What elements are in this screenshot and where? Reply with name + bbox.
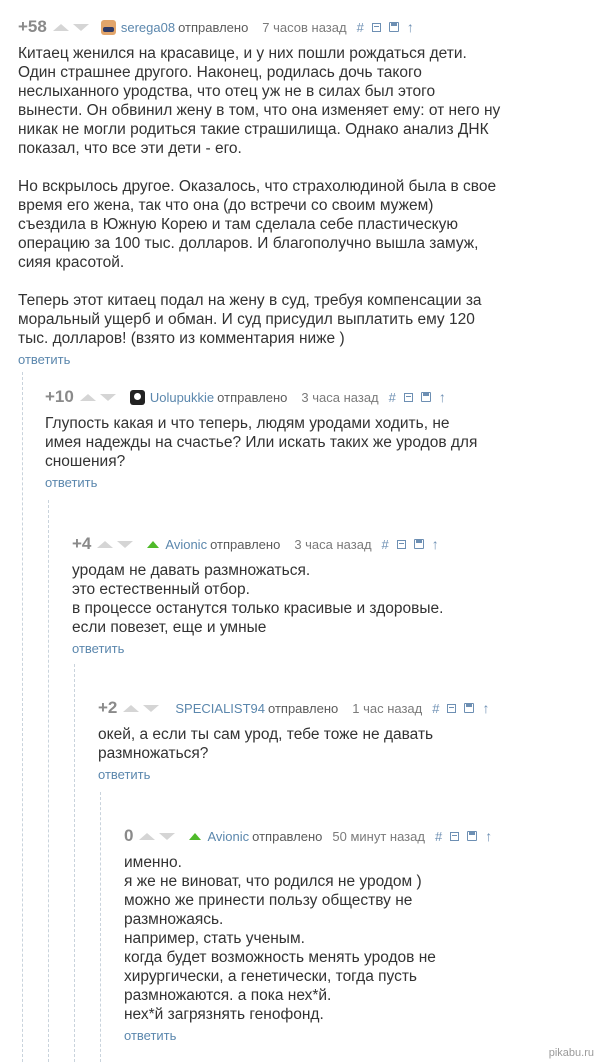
thread-line-3 — [74, 664, 75, 1062]
comment-actions: # ↑ — [382, 536, 439, 552]
hash-link-icon[interactable]: # — [382, 537, 389, 552]
comment-time: 50 минут назад — [332, 828, 425, 844]
sent-label: отправлено — [252, 828, 323, 844]
sent-label: отправлено — [268, 700, 339, 716]
comment-2: +10 Uolupukkie отправлено 3 часа назад #… — [45, 386, 565, 492]
comment-header: +4 Avionic отправлено 3 часа назад # ↑ — [72, 533, 572, 555]
comment-5: 0 Avionic отправлено 50 минут назад # ↑ … — [124, 825, 600, 1045]
arrow-up-icon[interactable]: ↑ — [482, 700, 489, 716]
hash-link-icon[interactable]: # — [357, 20, 364, 35]
comment-body: именно. я же не виноват, что родился не … — [124, 854, 436, 1023]
arrow-up-icon[interactable]: ↑ — [485, 828, 492, 844]
vote-down-icon[interactable] — [143, 704, 160, 712]
comment-time: 3 часа назад — [301, 389, 379, 405]
comment-actions: # ↑ — [435, 828, 492, 844]
vote-down-icon[interactable] — [99, 393, 116, 401]
comment-author[interactable]: Avionic — [165, 537, 207, 552]
reply-link[interactable]: ответить — [18, 352, 70, 367]
avatar[interactable] — [129, 389, 145, 405]
comment-actions: # ↑ — [432, 700, 489, 716]
thread-line-2 — [48, 500, 49, 1062]
comment-actions: # ↑ — [357, 19, 414, 35]
sent-label: отправлено — [217, 389, 288, 405]
comment-4: +2 SPECIALIST94 отправлено 1 час назад #… — [98, 697, 598, 784]
comment-author[interactable]: Uolupukkie — [150, 390, 214, 405]
save-icon[interactable] — [413, 539, 424, 549]
watermark: pikabu.ru — [548, 1047, 594, 1059]
comment-rating: +4 — [72, 534, 92, 553]
vote-up-icon[interactable] — [97, 540, 114, 548]
sent-label: отправлено — [210, 536, 281, 552]
comment-1: +58 serega08 отправлено 7 часов назад # … — [18, 16, 578, 369]
reply-link[interactable]: ответить — [124, 1028, 176, 1043]
comment-author[interactable]: serega08 — [121, 20, 175, 35]
collapse-icon[interactable] — [396, 539, 406, 549]
hash-link-icon[interactable]: # — [432, 701, 439, 716]
thread-line-4 — [100, 792, 101, 1062]
vote-up-icon[interactable] — [139, 832, 156, 840]
comment-rating: 0 — [124, 826, 134, 845]
vote-up-icon[interactable] — [79, 393, 96, 401]
save-icon[interactable] — [464, 703, 475, 713]
comment-header: 0 Avionic отправлено 50 минут назад # ↑ — [124, 825, 600, 847]
vote-down-icon[interactable] — [117, 540, 134, 548]
comment-3: +4 Avionic отправлено 3 часа назад # ↑ у… — [72, 533, 572, 658]
comment-author[interactable]: SPECIALIST94 — [175, 701, 265, 716]
save-icon[interactable] — [420, 392, 431, 402]
collapse-icon[interactable] — [371, 22, 381, 32]
collapse-icon[interactable] — [447, 703, 457, 713]
comment-body: уродам не давать размножаться. это естес… — [72, 562, 444, 636]
comment-body: Глупость какая и что теперь, людям урода… — [45, 415, 478, 470]
comment-header: +58 serega08 отправлено 7 часов назад # … — [18, 16, 578, 38]
vote-up-icon[interactable] — [123, 704, 140, 712]
arrow-up-icon[interactable]: ↑ — [407, 19, 414, 35]
comment-time: 1 час назад — [352, 700, 423, 716]
comment-body: окей, а если ты сам урод, тебе тоже не д… — [98, 726, 434, 762]
comment-header: +10 Uolupukkie отправлено 3 часа назад #… — [45, 386, 565, 408]
sent-label: отправлено — [178, 19, 249, 35]
comment-rating: +58 — [18, 17, 47, 36]
comment-rating: +10 — [45, 387, 74, 406]
arrow-up-icon[interactable]: ↑ — [439, 389, 446, 405]
comment-time: 3 часа назад — [294, 536, 372, 552]
comment-header: +2 SPECIALIST94 отправлено 1 час назад #… — [98, 697, 598, 719]
thread-line-1 — [22, 372, 23, 1062]
comment-time: 7 часов назад — [262, 19, 347, 35]
reply-link[interactable]: ответить — [45, 475, 97, 490]
save-icon[interactable] — [467, 831, 478, 841]
vote-up-icon[interactable] — [52, 23, 69, 31]
collapse-icon[interactable] — [450, 831, 460, 841]
comment-author[interactable]: Avionic — [207, 829, 249, 844]
comment-body: Китаец женился на красавице, и у них пош… — [18, 45, 501, 347]
collapse-icon[interactable] — [403, 392, 413, 402]
hash-link-icon[interactable]: # — [389, 390, 396, 405]
save-icon[interactable] — [388, 22, 399, 32]
plus-badge-icon — [189, 832, 202, 840]
avatar[interactable] — [100, 19, 116, 35]
reply-link[interactable]: ответить — [72, 641, 124, 656]
plus-badge-icon — [147, 540, 160, 548]
arrow-up-icon[interactable]: ↑ — [432, 536, 439, 552]
reply-link[interactable]: ответить — [98, 767, 150, 782]
hash-link-icon[interactable]: # — [435, 829, 442, 844]
vote-down-icon[interactable] — [72, 23, 89, 31]
vote-down-icon[interactable] — [159, 832, 176, 840]
comment-actions: # ↑ — [389, 389, 446, 405]
comment-rating: +2 — [98, 698, 118, 717]
